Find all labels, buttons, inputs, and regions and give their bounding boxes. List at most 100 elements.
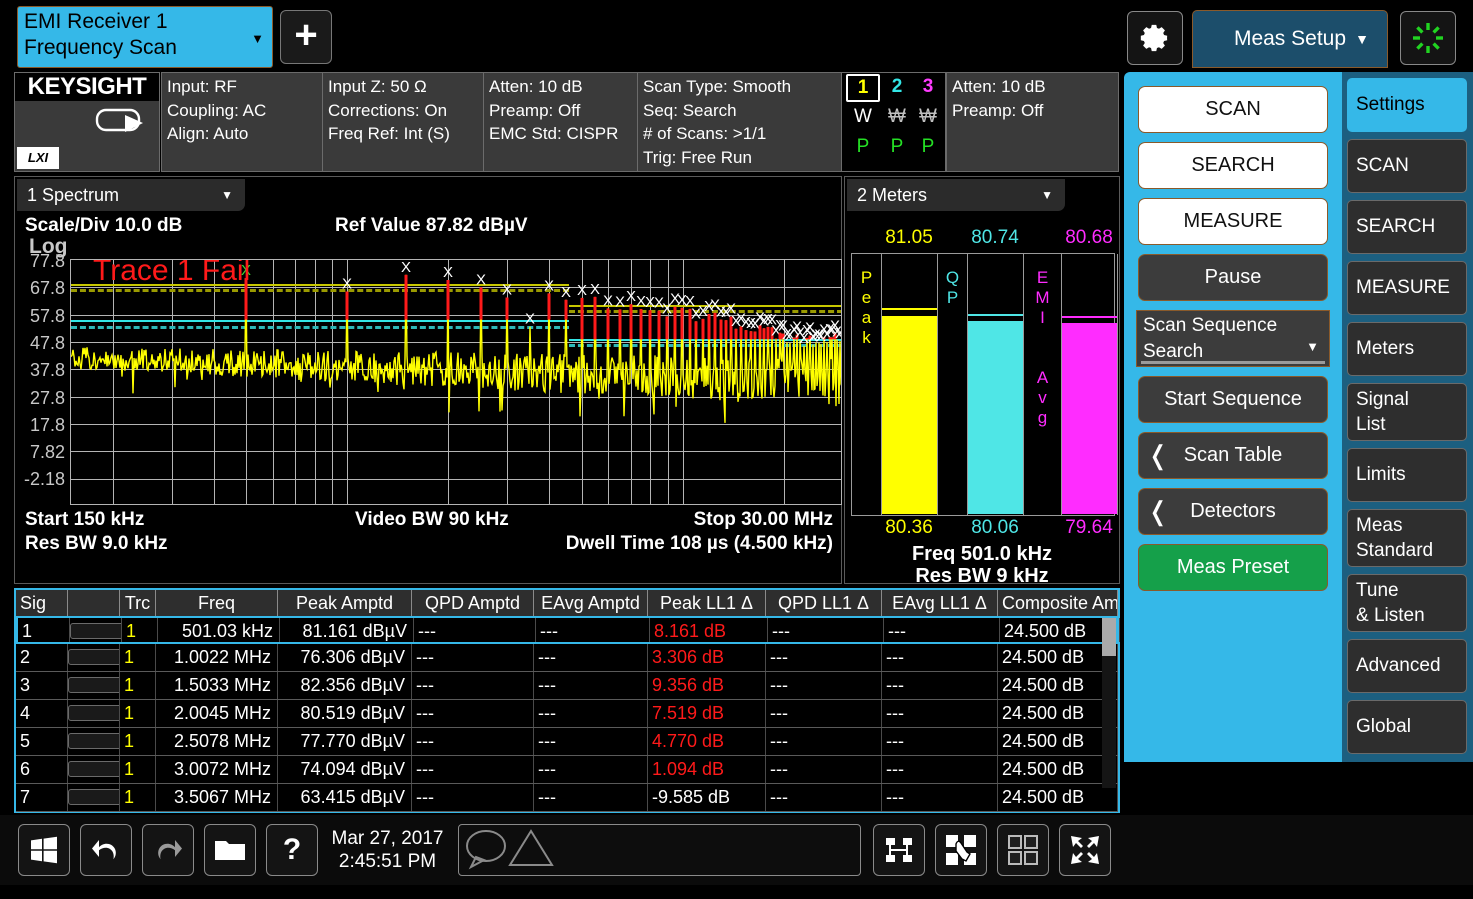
spectrum-plot-area[interactable]: XXXXXXXXXXXXXXXXXXXXXXXXXXXXXXXXXXXXXXXX… [70,259,842,505]
table-header-cell[interactable]: Freq [156,590,278,616]
signal-marker-x: X [835,325,842,342]
softkey-search[interactable]: SEARCH [1138,142,1328,189]
trace-toggle-box[interactable] [68,789,120,805]
add-tab-button[interactable]: + [280,10,332,64]
table-header-cell[interactable]: Sig [16,590,68,616]
table-row[interactable]: 211.0022 MHz76.306 dBµV------3.306 dB---… [16,644,1118,672]
table-cell-trc: 1 [120,672,156,699]
signal-marker-x: X [561,284,571,301]
busy-indicator-button[interactable] [1400,11,1456,65]
detector-2-number[interactable]: 2 [880,76,914,98]
mode-tab-emi-receiver[interactable]: EMI Receiver 1 Frequency Scan ▼ [17,6,273,68]
softkey-detectors[interactable]: ❬Detectors [1138,488,1328,535]
redo-button[interactable] [142,824,194,876]
busy-indicator-icon [1410,20,1446,56]
table-row-trace-toggle[interactable] [68,672,120,699]
table-scrollbar-thumb[interactable] [1102,618,1116,656]
table-row-trace-toggle[interactable] [68,700,120,727]
chevron-down-icon[interactable]: ▼ [251,26,264,52]
trace-toggle-box[interactable] [68,733,120,749]
menu-tab-signal-list[interactable]: SignalList [1347,383,1467,441]
help-icon: ? [280,833,304,867]
table-row[interactable]: 11501.03 kHz81.161 dBµV------8.161 dB---… [16,616,1118,644]
table-row-trace-toggle[interactable] [70,618,122,642]
table-header-cell[interactable]: QPD Amptd [412,590,534,616]
menu-tab-limits[interactable]: Limits [1347,448,1467,502]
chevron-left-icon[interactable]: ❬ [1147,433,1169,478]
table-header-cell[interactable]: EAvg Amptd [534,590,648,616]
softkey-scan[interactable]: SCAN [1138,86,1328,133]
softkey-scan-table[interactable]: ❬Scan Table [1138,432,1328,479]
table-row[interactable]: 512.5078 MHz77.770 dBµV------4.770 dB---… [16,728,1118,756]
meters-panel-title[interactable]: 2 Meters ▼ [847,179,1065,211]
menu-tab-tune-listen[interactable]: Tune& Listen [1347,574,1467,632]
table-header-cell[interactable]: QPD LL1 Δ [766,590,882,616]
scan-sequence-dropdown[interactable]: Scan SequenceSearch▼ [1136,310,1330,367]
softkey-measure[interactable]: MEASURE [1138,198,1328,245]
chevron-down-icon[interactable]: ▼ [1306,334,1319,360]
info-input-z: Input Z: 50 Ω [328,75,478,99]
fullscreen-button[interactable] [1059,824,1111,876]
table-row-trace-toggle[interactable] [68,644,120,671]
meters-panel[interactable]: 2 Meters ▼ 81.0580.7480.68 PeakQPEMI Avg… [844,176,1120,584]
folder-icon [214,837,246,863]
detector-indicator-box[interactable]: 1 2 3 W ₩ ₩ P P P [841,72,946,172]
table-cell-qpd_ll1: --- [766,644,882,671]
menu-tab-meas-standard[interactable]: MeasStandard [1347,509,1467,567]
menu-tab-settings[interactable]: Settings [1347,78,1467,132]
table-header-cell[interactable]: Composite Am [998,590,1118,616]
table-row[interactable]: 613.0072 MHz74.094 dBµV------1.094 dB---… [16,756,1118,784]
table-row-trace-toggle[interactable] [68,728,120,755]
trace-toggle-box[interactable] [68,649,120,665]
network-button[interactable] [873,824,925,876]
table-header-cell[interactable]: Trc [120,590,156,616]
signal-list-table[interactable]: Sig TrcFreqPeak AmptdQPD AmptdEAvg AmptdP… [14,588,1120,813]
table-cell-peak: 82.356 dBµV [278,672,412,699]
table-row[interactable]: 412.0045 MHz80.519 dBµV------7.519 dB---… [16,700,1118,728]
touch-select-button[interactable] [935,824,987,876]
softkey-start-sequence[interactable]: Start Sequence [1138,376,1328,423]
chevron-down-icon[interactable]: ▼ [1041,179,1053,211]
chevron-left-icon[interactable]: ❬ [1147,489,1169,534]
settings-gear-button[interactable] [1127,11,1183,65]
file-folder-button[interactable] [204,824,256,876]
trace-toggle-box[interactable] [68,761,120,777]
trace-toggle-box[interactable] [70,623,122,639]
undo-button[interactable] [80,824,132,876]
spectrum-panel-title[interactable]: 1 Spectrum ▼ [17,179,245,211]
table-cell-qpd: --- [412,700,534,727]
y-tick-label: 57.8 [15,306,65,327]
trace-toggle-box[interactable] [68,705,120,721]
trace-toggle-box[interactable] [68,677,120,693]
table-cell-trc: 1 [122,618,158,642]
signal-marker-x: X [502,282,512,299]
annotation-bar[interactable] [458,824,861,876]
softkey-pause[interactable]: Pause [1138,254,1328,301]
chevron-down-icon[interactable]: ▼ [1355,11,1369,67]
table-row[interactable]: 713.5067 MHz63.415 dBµV-------9.585 dB--… [16,784,1118,812]
menu-tab-meters[interactable]: Meters [1347,322,1467,376]
menu-tab-advanced[interactable]: Advanced [1347,639,1467,693]
table-header-cell[interactable]: EAvg LL1 Δ [882,590,998,616]
meter-bar-emi-avg [1062,254,1118,515]
menu-tab-search[interactable]: SEARCH [1347,200,1467,254]
detector-1-number[interactable]: 1 [846,74,880,102]
menu-tab-scan[interactable]: SCAN [1347,139,1467,193]
menu-tab-measure[interactable]: MEASURE [1347,261,1467,315]
table-header-cell[interactable]: Peak Amptd [278,590,412,616]
menu-tab-global[interactable]: Global [1347,700,1467,754]
table-row-trace-toggle[interactable] [68,756,120,783]
chevron-down-icon[interactable]: ▼ [221,179,233,211]
table-scrollbar[interactable] [1102,618,1116,788]
detector-3-number[interactable]: 3 [911,76,945,98]
help-button[interactable]: ? [266,824,318,876]
softkey-meas-preset[interactable]: Meas Preset [1138,544,1328,591]
spectrum-panel[interactable]: 1 Spectrum ▼ Scale/Div 10.0 dB Ref Value… [14,176,842,584]
table-row[interactable]: 311.5033 MHz82.356 dBµV------9.356 dB---… [16,672,1118,700]
table-header-cell[interactable] [68,590,120,616]
table-header-cell[interactable]: Peak LL1 Δ [648,590,766,616]
meas-setup-dropdown[interactable]: Meas Setup ▼ [1192,10,1388,68]
table-row-trace-toggle[interactable] [68,784,120,811]
window-tile-button[interactable] [997,824,1049,876]
windows-start-button[interactable] [18,824,70,876]
